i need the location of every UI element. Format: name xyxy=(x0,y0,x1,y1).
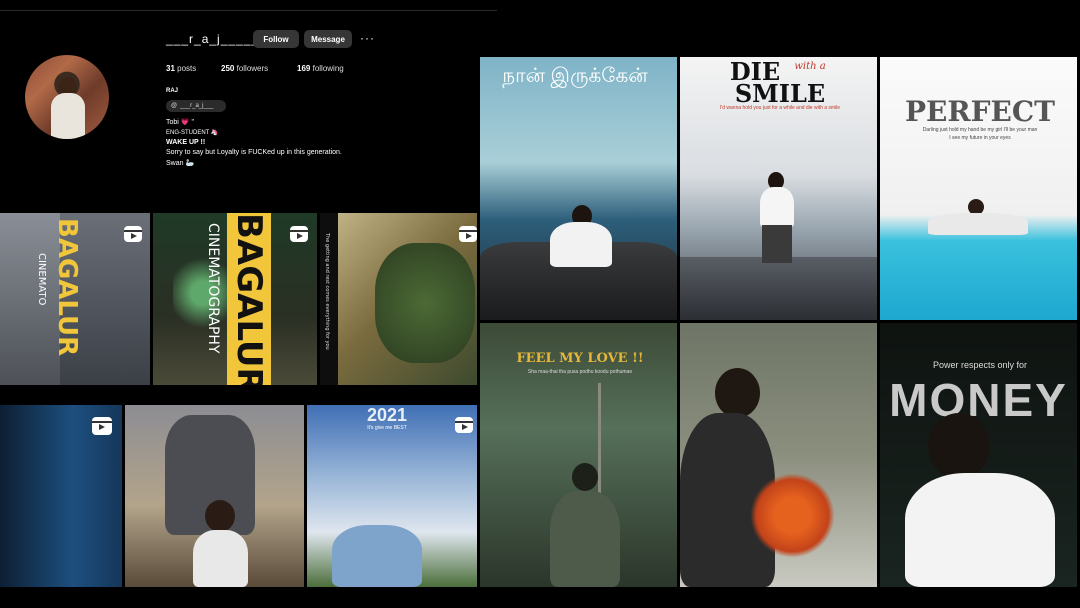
bio-line: WAKE UP !! xyxy=(166,139,206,146)
tile-caption: Power respects only for xyxy=(932,360,1028,370)
tile-caption: Darling just hold my hand be my girl I'l… xyxy=(922,127,1038,133)
tile-title: நான் இருக்கேன் xyxy=(502,65,648,87)
avatar-body xyxy=(51,93,85,139)
posts-count: 31 posts xyxy=(166,64,196,73)
person-figure xyxy=(550,222,612,267)
posts-number: 31 xyxy=(166,64,175,73)
bio-line: Swan 🦢 xyxy=(166,160,195,167)
reel-tile[interactable]: The getting and rest comes everything fo… xyxy=(320,213,477,385)
person-figure xyxy=(928,213,1028,235)
following-label: following xyxy=(312,64,344,73)
reel-tile[interactable] xyxy=(125,405,304,587)
tile-caption: The getting and rest comes everything fo… xyxy=(324,233,330,350)
followers-number: 250 xyxy=(221,64,235,73)
person-head xyxy=(928,413,990,479)
reel-tile[interactable]: Power respects only for MONEY xyxy=(880,323,1077,587)
threads-badge[interactable]: @ ___r_a_j___ xyxy=(166,100,226,112)
tile-title: 2021 xyxy=(366,405,408,425)
reel-icon xyxy=(459,226,477,242)
reel-tile[interactable]: BAGALUR CINEMATOGRAPHY xyxy=(153,213,317,385)
reel-tile[interactable]: 2021 It's give me BEST xyxy=(307,405,477,587)
reel-icon xyxy=(124,226,142,242)
reel-tile[interactable]: நான் இருக்கேன் xyxy=(480,57,677,320)
threads-handle: ___r_a_j___ xyxy=(180,103,214,109)
bio-line: ENG-STUDENT 🦄 xyxy=(166,130,219,136)
tile-title: BAGALUR xyxy=(52,218,82,357)
follow-button[interactable]: Follow xyxy=(253,30,299,48)
reel-tile[interactable] xyxy=(0,405,122,587)
tile-title: MONEY xyxy=(889,374,1068,426)
tile-title: BAGALUR xyxy=(227,213,271,385)
tile-caption: It's give me BEST xyxy=(367,425,407,431)
following-number: 169 xyxy=(297,64,311,73)
followers-label: followers xyxy=(236,64,269,73)
reel-tile[interactable] xyxy=(680,323,877,587)
reel-tile[interactable]: FEEL MY LOVE !! Sha maa-thai tha pusa po… xyxy=(480,323,677,587)
reel-icon xyxy=(92,417,112,435)
reel-tile[interactable]: DIE with a SMILE I'd wanna hold you just… xyxy=(680,57,877,320)
person-head xyxy=(715,368,760,418)
message-button[interactable]: Message xyxy=(304,30,352,48)
bio-line: Tobi 💗 " xyxy=(166,119,194,126)
tile-caption: Sha maa-thai tha pusa podhu koodu pothum… xyxy=(527,369,633,375)
avatar[interactable] xyxy=(25,55,109,139)
reel-tile[interactable]: BAGALUR CINEMATO xyxy=(0,213,150,385)
username: ___r_a_j_____ xyxy=(166,32,260,46)
person-head xyxy=(572,463,598,491)
reel-tile[interactable]: PERFECT Darling just hold my hand be my … xyxy=(880,57,1077,320)
tile-subtitle: CINEMATO xyxy=(36,253,47,306)
tile-title: SMILE xyxy=(734,79,826,108)
more-options-icon[interactable]: ··· xyxy=(360,30,375,46)
threads-icon: @ xyxy=(171,103,178,109)
bio-line: Sorry to say but Loyalty is FUCKed up in… xyxy=(166,149,342,156)
person-figure xyxy=(193,530,248,587)
tile-title: FEEL MY LOVE !! xyxy=(516,351,644,366)
following-count[interactable]: 169 following xyxy=(297,64,344,73)
tile-script: with a xyxy=(794,61,826,72)
tile-caption: I see my future in your eyes xyxy=(949,135,1011,141)
reel-icon xyxy=(290,226,308,242)
tile-caption: I'd wanna hold you just for a while and … xyxy=(719,105,841,111)
flowers xyxy=(750,473,835,558)
tile-subtitle: CINEMATOGRAPHY xyxy=(205,223,221,354)
reel-icon xyxy=(455,417,473,433)
person-figure xyxy=(332,525,422,587)
tile-title: PERFECT xyxy=(904,95,1055,128)
person-figure xyxy=(905,473,1055,587)
posts-label: posts xyxy=(177,64,197,73)
profile-name: RAJ xyxy=(166,88,179,94)
person-figure xyxy=(550,491,620,587)
followers-count[interactable]: 250 followers xyxy=(221,64,268,73)
person-figure xyxy=(760,187,794,227)
person-head xyxy=(205,500,235,532)
top-divider xyxy=(0,10,497,11)
